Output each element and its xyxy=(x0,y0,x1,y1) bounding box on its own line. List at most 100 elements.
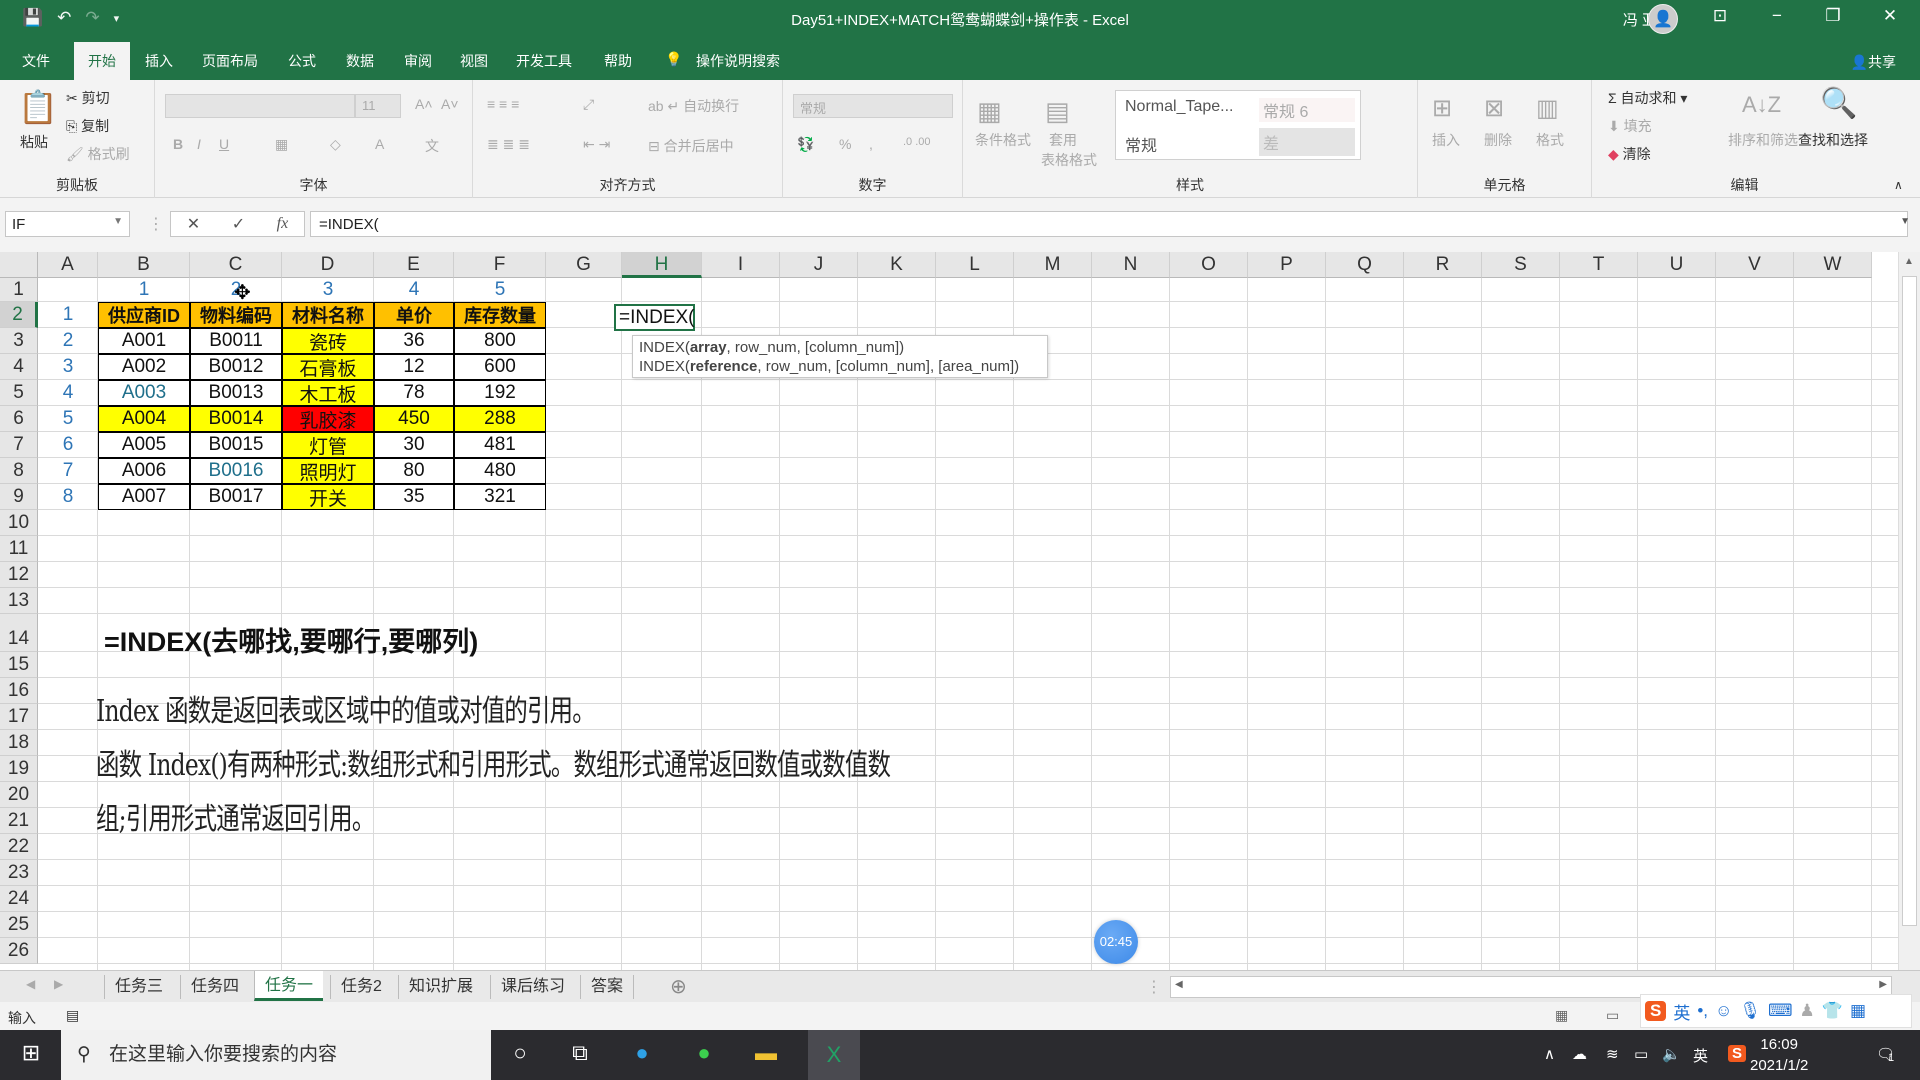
wifi-icon[interactable]: ≋ xyxy=(1606,1045,1619,1063)
avatar[interactable]: 👤 xyxy=(1648,4,1678,34)
table-cell[interactable]: 瓷砖 xyxy=(282,328,374,354)
table-cell[interactable]: 80 xyxy=(374,458,454,484)
copy-button[interactable]: ⎘ 复制 xyxy=(66,116,109,136)
table-cell[interactable]: 78 xyxy=(374,380,454,406)
row-index-cell[interactable]: 8 xyxy=(38,484,98,510)
tab-developer[interactable]: 开发工具 xyxy=(516,51,572,71)
italic-button[interactable]: I xyxy=(197,136,201,152)
next-sheet-icon[interactable]: ▶ xyxy=(54,977,63,991)
ime-language[interactable]: 英 xyxy=(1673,999,1690,1024)
select-all-button[interactable] xyxy=(0,252,38,278)
row-header[interactable]: 22 xyxy=(0,834,38,860)
splitter-handle[interactable]: ⋮ xyxy=(1146,977,1162,997)
table-cell[interactable]: 450 xyxy=(374,406,454,432)
user-icon[interactable]: ♟ xyxy=(1800,1001,1815,1021)
table-cell[interactable]: B0015 xyxy=(190,432,282,458)
table-cell[interactable]: 12 xyxy=(374,354,454,380)
table-header-cell[interactable]: 单价 xyxy=(374,302,454,328)
align-left-icon[interactable]: ≣ ≣ ≣ xyxy=(487,136,530,153)
decimal-icon[interactable]: .0 .00 xyxy=(903,136,931,148)
tab-page-layout[interactable]: 页面布局 xyxy=(202,51,258,71)
font-color-icon[interactable]: A xyxy=(375,136,384,152)
tab-view[interactable]: 视图 xyxy=(460,51,488,71)
column-header[interactable]: A xyxy=(38,252,98,278)
find-select-button[interactable]: 查找和选择 xyxy=(1798,130,1868,150)
column-header[interactable]: O xyxy=(1170,252,1248,278)
table-format-button[interactable]: 套用 xyxy=(1049,130,1077,150)
row-header[interactable]: 2 xyxy=(0,302,38,328)
sort-filter-icon[interactable]: A↓Z xyxy=(1742,92,1781,118)
scrollbar-thumb[interactable] xyxy=(1902,276,1917,926)
underline-button[interactable]: U xyxy=(219,136,229,152)
column-header[interactable]: N xyxy=(1092,252,1170,278)
table-header-cell[interactable]: 物料编码 xyxy=(190,302,282,328)
table-cell[interactable]: A007 xyxy=(98,484,190,510)
file-explorer-icon[interactable]: ▬ xyxy=(749,1040,783,1070)
style-normal-6[interactable]: 常规 6 xyxy=(1259,98,1355,122)
column-header[interactable]: L xyxy=(936,252,1014,278)
sheet-tab[interactable]: 知识扩展 xyxy=(398,975,483,999)
fill-color-icon[interactable]: ◇ xyxy=(330,136,341,153)
tab-file[interactable]: 文件 xyxy=(22,51,50,71)
prev-sheet-icon[interactable]: ◀ xyxy=(26,977,35,991)
table-cell[interactable]: 木工板 xyxy=(282,380,374,406)
column-index-cell[interactable]: 5 xyxy=(454,278,546,302)
conditional-format-button[interactable]: 条件格式 xyxy=(975,130,1031,150)
font-name-select[interactable] xyxy=(165,94,355,118)
table-cell[interactable]: 石膏板 xyxy=(282,354,374,380)
row-header[interactable]: 11 xyxy=(0,536,38,562)
style-bad[interactable]: 差 xyxy=(1259,128,1355,156)
column-index-cell[interactable]: 1 xyxy=(98,278,190,302)
minimize-icon[interactable]: − xyxy=(1757,6,1797,26)
row-index-cell[interactable]: 3 xyxy=(38,354,98,380)
tab-data[interactable]: 数据 xyxy=(346,51,374,71)
battery-icon[interactable]: ▭ xyxy=(1634,1045,1648,1063)
row-header[interactable]: 20 xyxy=(0,782,38,808)
column-header[interactable]: W xyxy=(1794,252,1872,278)
find-icon[interactable]: 🔍 xyxy=(1820,86,1857,121)
row-index-cell[interactable]: 2 xyxy=(38,328,98,354)
windows-start-icon[interactable]: ⊞ xyxy=(14,1040,48,1070)
bold-button[interactable]: B xyxy=(173,136,183,152)
insert-cells-button[interactable]: 插入 xyxy=(1432,130,1460,150)
row-header[interactable]: 1 xyxy=(0,278,38,302)
table-cell[interactable]: 30 xyxy=(374,432,454,458)
row-header[interactable]: 4 xyxy=(0,354,38,380)
row-header[interactable]: 25 xyxy=(0,912,38,938)
row-header[interactable]: 13 xyxy=(0,588,38,614)
show-hidden-icons[interactable]: ∧ xyxy=(1544,1045,1555,1063)
row-header[interactable]: 6 xyxy=(0,406,38,432)
keyboard-icon[interactable]: ⌨ xyxy=(1768,1001,1793,1021)
microphone-icon[interactable]: 🎙 xyxy=(1739,1001,1761,1021)
autosum-button[interactable]: Σ 自动求和 ▾ xyxy=(1608,88,1687,108)
delete-cells-icon[interactable]: ⊠ xyxy=(1484,94,1504,123)
active-cell-editor[interactable]: =INDEX( xyxy=(614,304,695,331)
table-cell[interactable]: 灯管 xyxy=(282,432,374,458)
tab-formulas[interactable]: 公式 xyxy=(288,51,316,71)
column-header[interactable]: C xyxy=(190,252,282,278)
column-header[interactable]: Q xyxy=(1326,252,1404,278)
column-header[interactable]: S xyxy=(1482,252,1560,278)
row-header[interactable]: 3 xyxy=(0,328,38,354)
table-cell[interactable]: 480 xyxy=(454,458,546,484)
tab-help[interactable]: 帮助 xyxy=(604,51,632,71)
ribbon-display-icon[interactable]: ⊡ xyxy=(1700,6,1740,26)
row-header[interactable]: 24 xyxy=(0,886,38,912)
table-cell[interactable]: A003 xyxy=(98,380,190,406)
scroll-left-icon[interactable]: ◀ xyxy=(1175,979,1183,990)
borders-icon[interactable]: ▦ xyxy=(275,136,288,153)
row-header[interactable]: 10 xyxy=(0,510,38,536)
format-painter-button[interactable]: 🖌 格式刷 xyxy=(66,144,130,164)
row-index-cell[interactable]: 4 xyxy=(38,380,98,406)
table-cell[interactable]: 乳胶漆 xyxy=(282,406,374,432)
enter-icon[interactable]: ✓ xyxy=(232,214,245,234)
sheet-tab[interactable]: 任务三 xyxy=(104,975,173,999)
column-index-cell[interactable]: 4 xyxy=(374,278,454,302)
table-cell[interactable]: 192 xyxy=(454,380,546,406)
column-header[interactable]: H xyxy=(622,252,702,278)
tell-me-search[interactable]: 操作说明搜索 xyxy=(696,51,780,71)
wrap-text-button[interactable]: ab ↵ 自动换行 xyxy=(648,96,739,116)
table-cell[interactable]: B0017 xyxy=(190,484,282,510)
column-header[interactable]: J xyxy=(780,252,858,278)
table-cell[interactable]: 照明灯 xyxy=(282,458,374,484)
